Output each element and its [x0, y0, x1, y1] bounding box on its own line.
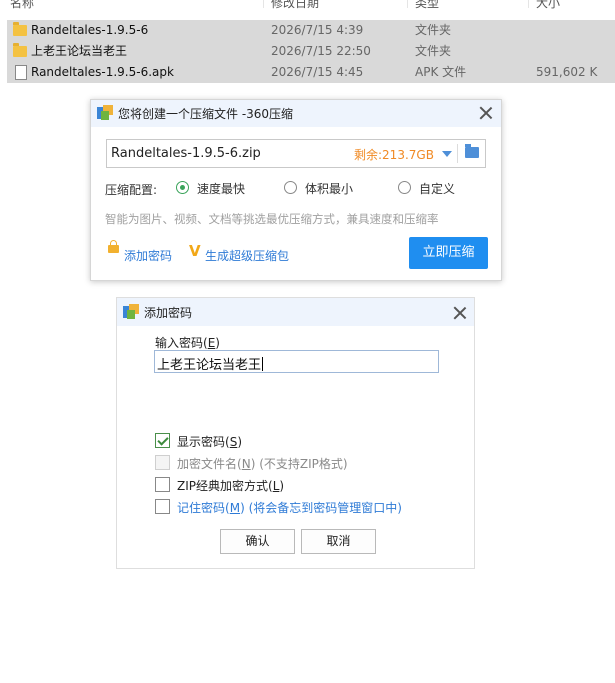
- file-date: 2026/7/15 4:45: [271, 65, 364, 79]
- archive-filename[interactable]: Randeltales-1.9.5-6.zip: [111, 146, 261, 161]
- compress-config-label: 压缩配置:: [105, 183, 158, 197]
- radio-label[interactable]: 体积最小: [305, 180, 353, 197]
- v-badge-icon[interactable]: V: [189, 244, 201, 259]
- password-dialog-title: 添加密码: [144, 306, 193, 320]
- radio-label[interactable]: 速度最快: [197, 180, 245, 197]
- compress-dialog-title: 您将创建一个压缩文件 -360压缩: [118, 107, 294, 121]
- password-value[interactable]: 上老王论坛当老王: [157, 354, 264, 373]
- file-icon: [15, 65, 27, 80]
- file-explorer-list: 名称 修改日期 类型 大小 Randeltales-1.9.5-6 2026/7…: [0, 0, 615, 86]
- file-date: 2026/7/15 22:50: [271, 44, 371, 58]
- browse-folder-icon[interactable]: [465, 144, 479, 158]
- column-divider[interactable]: [528, 0, 529, 8]
- file-type: 文件夹: [415, 44, 452, 58]
- radio-label[interactable]: 自定义: [419, 180, 455, 197]
- folder-icon: [13, 43, 27, 57]
- radio-unselected-icon[interactable]: [398, 181, 411, 194]
- divider: [457, 144, 458, 163]
- file-name: Randeltales-1.9.5-6.apk: [31, 65, 174, 79]
- checkbox-disabled-icon: [155, 455, 170, 470]
- column-headers: 名称 修改日期 类型 大小: [0, 0, 615, 11]
- ok-button[interactable]: 确认: [220, 529, 295, 554]
- dropdown-arrow-icon[interactable]: [442, 151, 452, 157]
- checkbox-unchecked-icon[interactable]: [155, 499, 170, 514]
- cancel-button[interactable]: 取消: [301, 529, 376, 554]
- checkbox-label[interactable]: 显示密码(S): [177, 433, 242, 450]
- super-package-link[interactable]: 生成超级压缩包: [205, 247, 289, 264]
- compress-dialog-titlebar[interactable]: 您将创建一个压缩文件 -360压缩: [91, 100, 501, 127]
- file-type: APK 文件: [415, 65, 467, 79]
- add-password-dialog: 添加密码 输入密码(E) 上老王论坛当老王 显示密码(S) 加密文件名(N) (…: [116, 297, 475, 569]
- file-type: 文件夹: [415, 23, 452, 37]
- file-size: 591,602 K: [536, 65, 598, 79]
- archive-path-field[interactable]: Randeltales-1.9.5-6.zip 剩余:213.7GB: [106, 139, 486, 168]
- compress-now-button[interactable]: 立即压缩: [409, 237, 488, 269]
- compress-hint-text: 智能为图片、视频、文档等挑选最优压缩方式，兼具速度和压缩率: [105, 212, 439, 226]
- folder-icon: [13, 22, 27, 36]
- file-date: 2026/7/15 4:39: [271, 23, 364, 37]
- password-input-label: 输入密码(E): [155, 336, 220, 350]
- column-header-name[interactable]: 名称: [10, 0, 34, 11]
- compress-dialog: 您将创建一个压缩文件 -360压缩 Randeltales-1.9.5-6.zi…: [90, 99, 502, 281]
- checkbox-label[interactable]: 记住密码(M) (将会备忘到密码管理窗口中): [177, 499, 402, 516]
- file-row[interactable]: 上老王论坛当老王 2026/7/15 22:50 文件夹: [7, 41, 615, 62]
- checkbox-label: 加密文件名(N) (不支持ZIP格式): [177, 457, 348, 471]
- file-row[interactable]: Randeltales-1.9.5-6 2026/7/15 4:39 文件夹: [7, 20, 615, 41]
- text-caret: [262, 357, 264, 371]
- file-name: Randeltales-1.9.5-6: [31, 23, 149, 37]
- close-icon[interactable]: [453, 306, 467, 320]
- close-icon[interactable]: [479, 106, 493, 120]
- column-header-date[interactable]: 修改日期: [271, 0, 319, 11]
- column-divider[interactable]: [263, 0, 264, 8]
- radio-selected-icon[interactable]: [176, 181, 189, 194]
- column-divider[interactable]: [407, 0, 408, 8]
- file-name: 上老王论坛当老王: [31, 44, 128, 58]
- column-header-size[interactable]: 大小: [536, 0, 560, 11]
- add-password-link[interactable]: 添加密码: [124, 247, 172, 264]
- password-input[interactable]: 上老王论坛当老王: [154, 350, 439, 373]
- password-dialog-titlebar[interactable]: 添加密码: [117, 298, 474, 326]
- radio-unselected-icon[interactable]: [284, 181, 297, 194]
- checkbox-label[interactable]: ZIP经典加密方式(L): [177, 477, 284, 494]
- file-row[interactable]: Randeltales-1.9.5-6.apk 2026/7/15 4:45 A…: [7, 62, 615, 83]
- column-header-type[interactable]: 类型: [415, 0, 439, 11]
- 360zip-app-icon: [123, 304, 139, 320]
- lock-icon[interactable]: [108, 240, 119, 253]
- checkbox-checked-icon[interactable]: [155, 433, 170, 448]
- checkbox-unchecked-icon[interactable]: [155, 477, 170, 492]
- free-space-label: 剩余:213.7GB: [354, 148, 434, 162]
- 360zip-app-icon: [97, 105, 113, 121]
